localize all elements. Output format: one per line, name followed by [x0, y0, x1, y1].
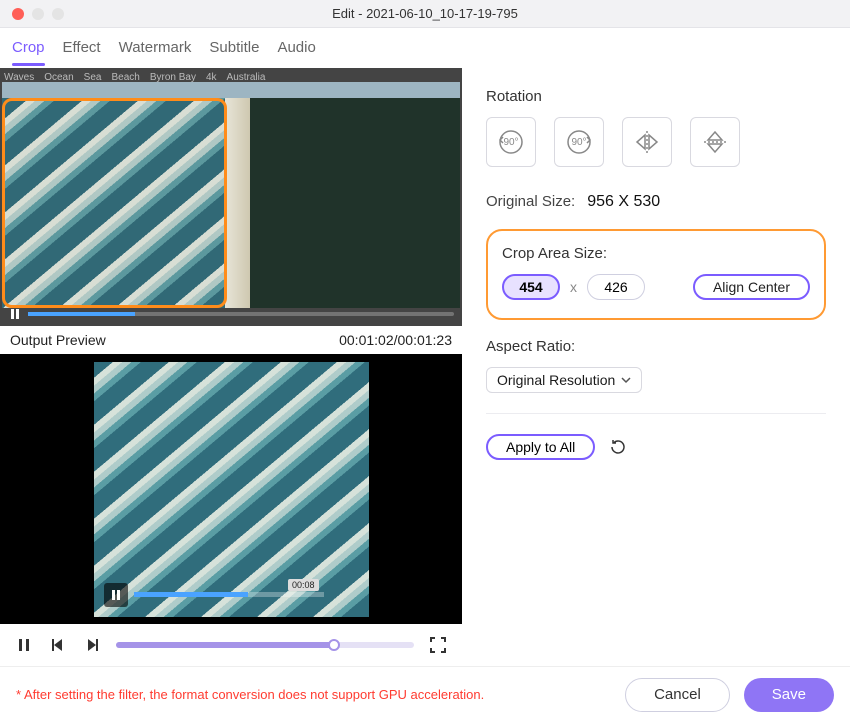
tab-audio[interactable]: Audio — [277, 35, 315, 62]
preview-pane: Waves Ocean Sea Beach Byron Bay 4k Austr… — [0, 68, 462, 666]
aspect-ratio-dropdown[interactable]: Original Resolution — [486, 367, 642, 393]
tab-effect[interactable]: Effect — [63, 35, 101, 62]
source-progress[interactable] — [28, 312, 454, 316]
rotate-cw-text: 90° — [571, 137, 586, 148]
tab-crop[interactable]: Crop — [12, 35, 45, 62]
original-size-value: 956 X 530 — [587, 193, 660, 211]
window-title: Edit - 2021-06-10_10-17-19-795 — [0, 6, 850, 21]
time-display: 00:01:02/00:01:23 — [339, 332, 452, 348]
titlebar: Edit - 2021-06-10_10-17-19-795 — [0, 0, 850, 28]
crop-height-input[interactable] — [587, 274, 645, 300]
original-size-row: Original Size: 956 X 530 — [486, 193, 826, 211]
reset-button[interactable] — [609, 438, 627, 456]
playback-slider[interactable] — [116, 642, 414, 648]
output-preview-bar: Output Preview 00:01:02/00:01:23 — [0, 326, 462, 354]
tag: Australia — [227, 72, 266, 83]
cropped-preview: 00:08 — [94, 362, 369, 617]
original-size-label: Original Size: — [486, 193, 575, 210]
pause-icon[interactable] — [8, 307, 22, 321]
tag: 4k — [206, 72, 217, 83]
size-separator: x — [570, 279, 577, 295]
video-meta: Waves Ocean Sea Beach Byron Bay 4k Austr… — [4, 72, 458, 83]
flip-horizontal-button[interactable] — [622, 117, 672, 167]
mini-progress[interactable] — [134, 592, 324, 597]
fullscreen-button[interactable] — [428, 635, 448, 655]
step-forward-button[interactable] — [82, 635, 102, 655]
crop-area-box: Crop Area Size: x Align Center — [486, 229, 826, 320]
pause-icon[interactable] — [104, 583, 128, 607]
crop-width-input[interactable] — [502, 274, 560, 300]
save-button[interactable]: Save — [744, 678, 834, 712]
aspect-ratio-label: Aspect Ratio: — [486, 338, 826, 355]
divider — [486, 413, 826, 414]
apply-to-all-button[interactable]: Apply to All — [486, 434, 595, 460]
source-preview[interactable]: Waves Ocean Sea Beach Byron Bay 4k Austr… — [0, 68, 462, 326]
aspect-ratio-value: Original Resolution — [497, 372, 615, 388]
reset-icon — [609, 438, 627, 456]
slider-thumb[interactable] — [328, 639, 340, 651]
tag: Waves — [4, 72, 34, 83]
rotate-ccw-button[interactable]: 90° — [486, 117, 536, 167]
output-preview: 00:08 — [0, 354, 462, 624]
tag: Sea — [84, 72, 102, 83]
cancel-button[interactable]: Cancel — [625, 678, 730, 712]
flip-horizontal-icon — [632, 127, 662, 157]
output-label: Output Preview — [10, 332, 106, 348]
tab-subtitle[interactable]: Subtitle — [209, 35, 259, 62]
align-center-button[interactable]: Align Center — [693, 274, 810, 300]
warning-text: * After setting the filter, the format c… — [16, 687, 611, 702]
rotation-row: 90° 90° — [486, 117, 826, 167]
step-forward-icon — [85, 638, 99, 652]
step-back-button[interactable] — [48, 635, 68, 655]
crop-area-label: Crop Area Size: — [502, 245, 810, 262]
footer: * After setting the filter, the format c… — [0, 666, 850, 722]
tag: Beach — [111, 72, 139, 83]
tabbar: Crop Effect Watermark Subtitle Audio — [0, 28, 850, 68]
rotation-label: Rotation — [486, 88, 826, 105]
crop-rectangle[interactable] — [2, 98, 227, 308]
tag: Byron Bay — [150, 72, 196, 83]
tab-watermark[interactable]: Watermark — [119, 35, 192, 62]
chevron-down-icon — [621, 375, 631, 385]
rotate-ccw-text: 90° — [503, 137, 518, 148]
flip-vertical-button[interactable] — [690, 117, 740, 167]
pause-button[interactable] — [14, 635, 34, 655]
tag: Ocean — [44, 72, 73, 83]
playback-controls — [0, 624, 462, 666]
fullscreen-icon — [429, 636, 447, 654]
flip-vertical-icon — [700, 127, 730, 157]
step-back-icon — [51, 638, 65, 652]
rotate-cw-button[interactable]: 90° — [554, 117, 604, 167]
pause-icon — [17, 638, 31, 652]
settings-pane: Rotation 90° 90° Original Size: 956 X 53… — [462, 68, 850, 666]
